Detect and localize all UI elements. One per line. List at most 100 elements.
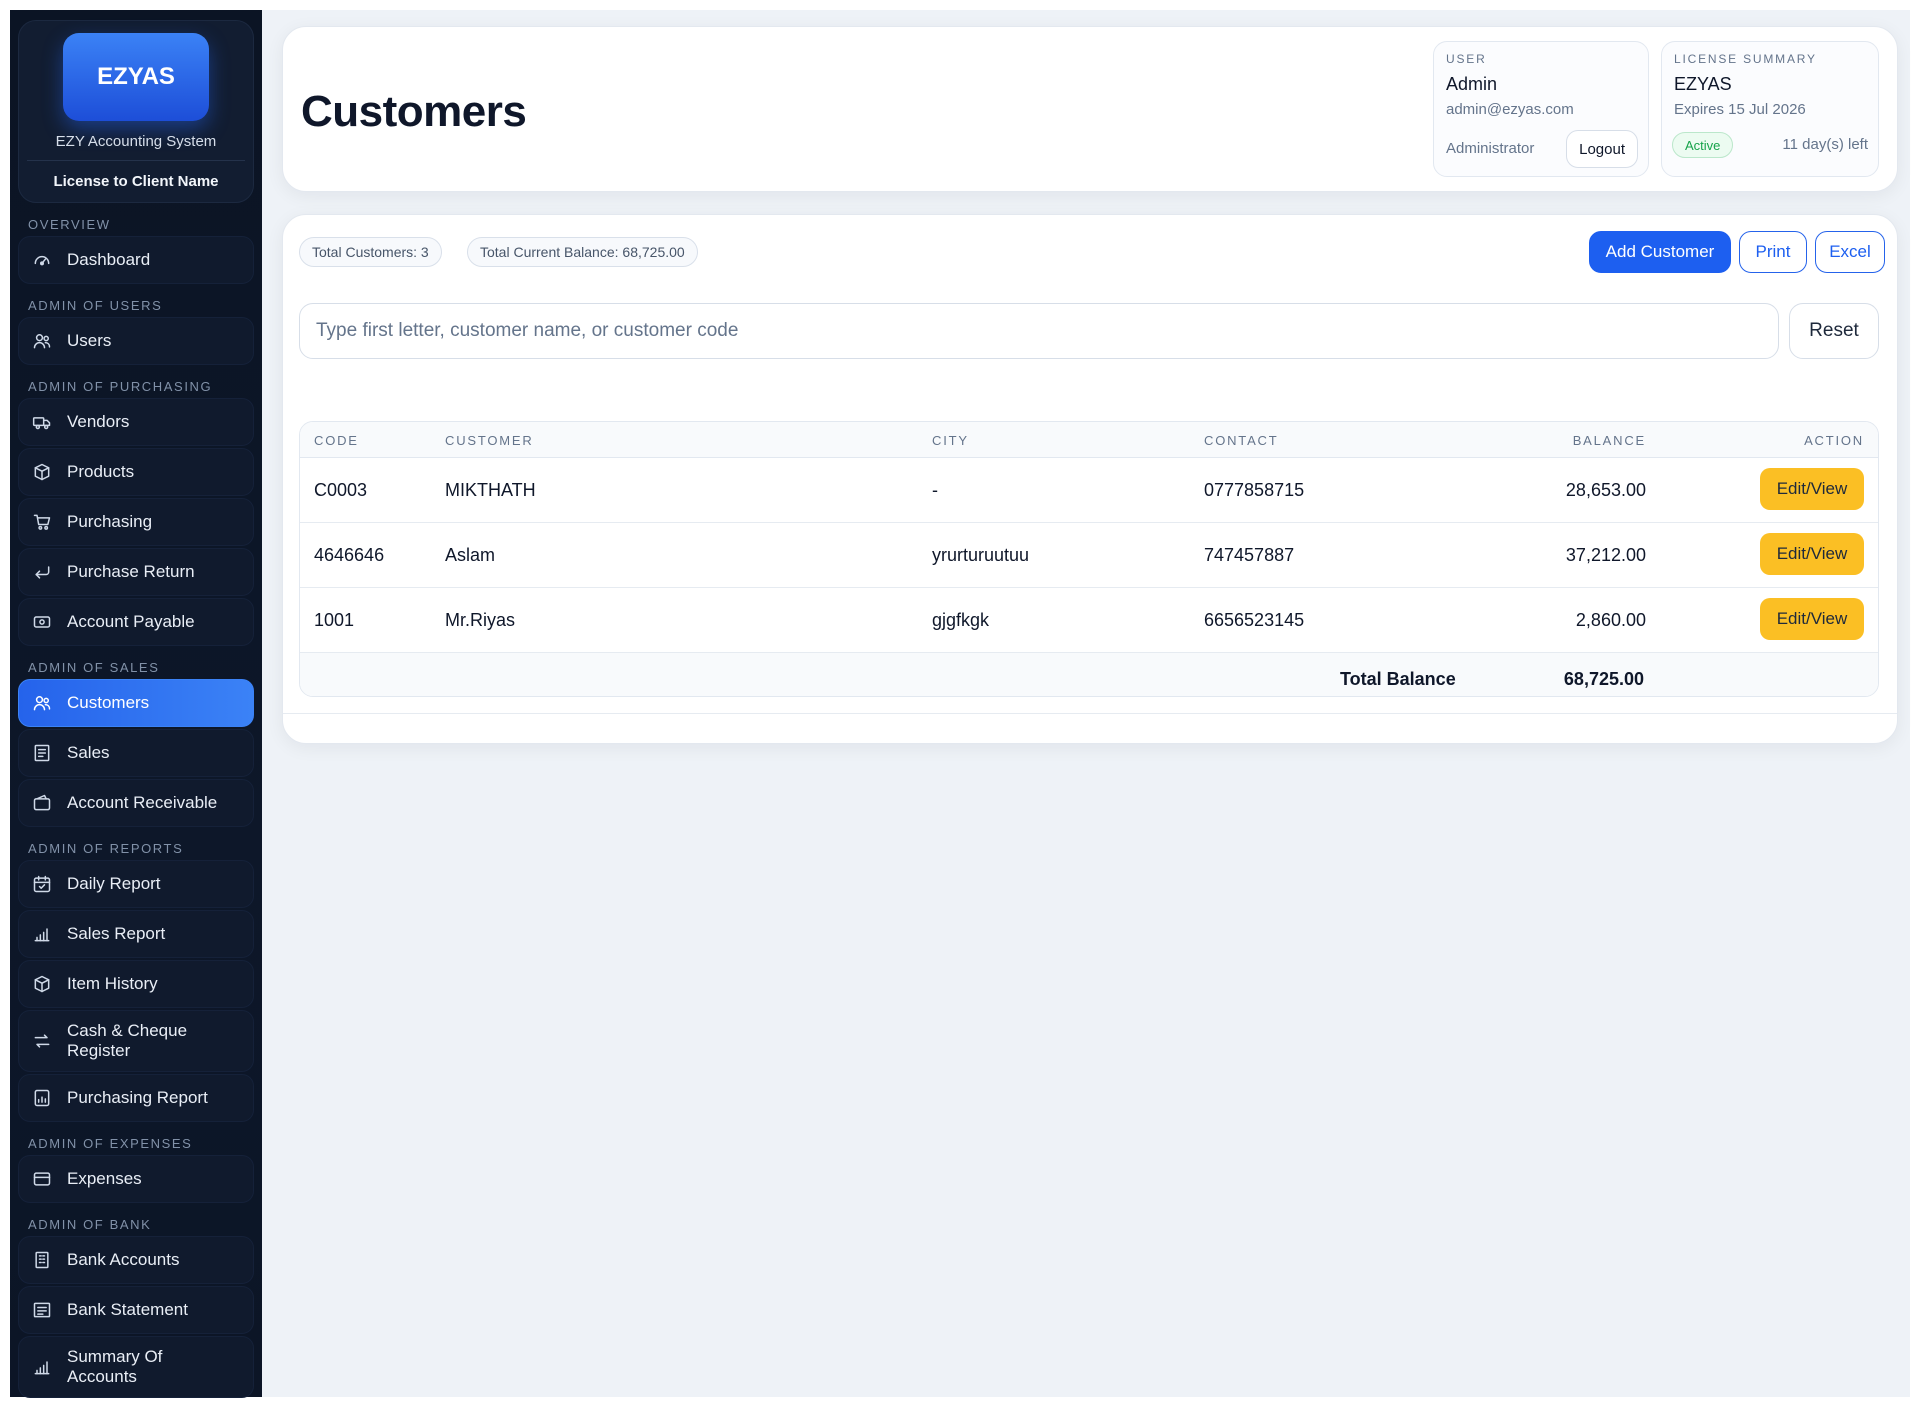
sidebar-item-sales[interactable]: Sales bbox=[18, 729, 254, 777]
section-purchasing: ADMIN OF PURCHASING bbox=[28, 379, 213, 394]
sidebar-item-label-line2: Register bbox=[67, 1041, 131, 1060]
cell-balance: 2,860.00 bbox=[1575, 610, 1646, 630]
box-icon bbox=[31, 973, 53, 995]
cell-contact: 0777858715 bbox=[1204, 480, 1305, 500]
main-content: Customers USER Admin admin@ezyas.com Adm… bbox=[282, 26, 1898, 744]
customer-search-input[interactable] bbox=[299, 303, 1779, 359]
sidebar-item-label: Daily Report bbox=[67, 874, 161, 893]
print-button[interactable]: Print bbox=[1739, 231, 1807, 273]
cell-balance: 28,653.00 bbox=[1565, 480, 1646, 500]
sidebar-item-label-line1: Cash & Cheque bbox=[67, 1021, 188, 1040]
customers-panel: Total Customers: 3 Total Current Balance… bbox=[282, 214, 1898, 744]
sidebar-item-dashboard[interactable]: Dashboard bbox=[18, 236, 254, 284]
sidebar-item-purchase-return[interactable]: Purchase Return bbox=[18, 548, 254, 596]
total-customers-chip: Total Customers: 3 bbox=[299, 237, 442, 267]
app-subtitle: EZY Accounting System bbox=[55, 133, 217, 150]
sidebar-item-label: Purchasing Report bbox=[67, 1088, 208, 1107]
cash-icon bbox=[31, 611, 53, 633]
cell-customer: MIKTHATH bbox=[445, 480, 536, 500]
cell-city: gjgfkgk bbox=[932, 610, 990, 630]
cart-icon bbox=[31, 511, 53, 533]
cell-code: 4646646 bbox=[314, 545, 385, 565]
sidebar-item-customers[interactable]: Customers bbox=[18, 679, 254, 727]
sidebar-item-vendors[interactable]: Vendors bbox=[18, 398, 254, 446]
add-customer-button[interactable]: Add Customer bbox=[1589, 231, 1731, 273]
panel-divider bbox=[283, 713, 1897, 714]
section-sales: ADMIN OF SALES bbox=[28, 660, 160, 675]
edit-view-button[interactable]: Edit/View bbox=[1760, 533, 1864, 575]
table-header: CODE CUSTOMER CITY CONTACT BALANCE ACTIO… bbox=[300, 422, 1878, 458]
sidebar-item-label: Products bbox=[67, 462, 135, 481]
sidebar-item-label: Summary Of Accounts bbox=[67, 1347, 162, 1387]
user-card-label: USER bbox=[1446, 52, 1487, 66]
sidebar-item-expenses[interactable]: Expenses bbox=[18, 1155, 254, 1203]
section-expenses: ADMIN OF EXPENSES bbox=[28, 1136, 193, 1151]
reset-button[interactable]: Reset bbox=[1789, 303, 1879, 359]
cell-code: 1001 bbox=[314, 610, 355, 630]
cell-customer: Aslam bbox=[445, 545, 496, 565]
wallet-icon bbox=[31, 792, 53, 814]
column-header-city: CITY bbox=[932, 433, 969, 448]
sidebar-item-label-line2: Accounts bbox=[67, 1367, 137, 1386]
receipt-icon bbox=[31, 742, 53, 764]
edit-view-button[interactable]: Edit/View bbox=[1760, 598, 1864, 640]
sidebar-item-label: Account Payable bbox=[67, 612, 195, 631]
excel-button[interactable]: Excel bbox=[1815, 231, 1885, 273]
building-icon bbox=[31, 1249, 53, 1271]
sidebar-item-bank-accounts[interactable]: Bank Accounts bbox=[18, 1236, 254, 1284]
license-label: License to Client Name bbox=[53, 173, 219, 190]
section-bank: ADMIN OF BANK bbox=[28, 1217, 152, 1232]
column-header-customer: CUSTOMER bbox=[445, 433, 534, 448]
sidebar-item-sales-report[interactable]: Sales Report bbox=[18, 910, 254, 958]
sidebar-item-label: Customers bbox=[67, 693, 150, 712]
sidebar-item-label: Account Receivable bbox=[67, 793, 218, 812]
users-icon bbox=[31, 330, 53, 352]
sidebar-item-account-payable[interactable]: Account Payable bbox=[18, 598, 254, 646]
box-icon bbox=[31, 461, 53, 483]
sidebar-item-products[interactable]: Products bbox=[18, 448, 254, 496]
column-header-balance: BALANCE bbox=[1572, 433, 1646, 448]
sidebar-item-label: Bank Statement bbox=[67, 1300, 188, 1319]
total-balance-value: 68,725.00 bbox=[1563, 669, 1644, 689]
bar-chart-icon bbox=[31, 1356, 53, 1378]
cell-contact: 6656523145 bbox=[1204, 610, 1305, 630]
sidebar-item-purchasing[interactable]: Purchasing bbox=[18, 498, 254, 546]
column-header-code: CODE bbox=[314, 433, 359, 448]
section-overview: OVERVIEW bbox=[28, 217, 111, 232]
cell-city: yrurturuutuu bbox=[932, 545, 1030, 565]
license-status-badge: Active bbox=[1672, 132, 1734, 158]
truck-icon bbox=[31, 411, 53, 433]
table-row: C0003 MIKTHATH - 0777858715 28,653.00 Ed… bbox=[300, 458, 1878, 523]
sidebar-item-label: Vendors bbox=[67, 412, 130, 431]
column-header-action: ACTION bbox=[1804, 433, 1864, 448]
user-role: Administrator bbox=[1446, 140, 1535, 157]
sidebar-item-account-receivable[interactable]: Account Receivable bbox=[18, 779, 254, 827]
sidebar-item-daily-report[interactable]: Daily Report bbox=[18, 860, 254, 908]
page-title: Customers bbox=[301, 87, 527, 136]
edit-view-button[interactable]: Edit/View bbox=[1760, 468, 1864, 510]
brand-card: EZYAS EZY Accounting System License to C… bbox=[18, 20, 254, 203]
cell-contact: 747457887 bbox=[1204, 545, 1295, 565]
sidebar-item-label: Cash & Cheque Register bbox=[67, 1021, 187, 1061]
sidebar-item-label: Expenses bbox=[67, 1169, 142, 1188]
table-row: 4646646 Aslam yrurturuutuu 747457887 37,… bbox=[300, 523, 1878, 588]
sidebar-item-bank-statement[interactable]: Bank Statement bbox=[18, 1286, 254, 1334]
license-days-left: 11 day(s) left bbox=[1782, 136, 1868, 153]
sidebar-item-users[interactable]: Users bbox=[18, 317, 254, 365]
table-footer: Total Balance 68,725.00 bbox=[300, 653, 1878, 696]
cell-code: C0003 bbox=[314, 480, 368, 500]
brand-divider bbox=[27, 160, 245, 161]
sidebar-item-cash-cheque-register[interactable]: Cash & Cheque Register bbox=[18, 1010, 254, 1072]
app-logo: EZYAS bbox=[63, 33, 209, 121]
sidebar-item-summary-of-accounts[interactable]: Summary Of Accounts bbox=[18, 1336, 254, 1398]
sidebar-item-item-history[interactable]: Item History bbox=[18, 960, 254, 1008]
sidebar-item-label: Item History bbox=[67, 974, 158, 993]
sidebar-item-purchasing-report[interactable]: Purchasing Report bbox=[18, 1074, 254, 1122]
page-header: Customers USER Admin admin@ezyas.com Adm… bbox=[282, 26, 1898, 192]
swap-arrows-icon bbox=[31, 1030, 53, 1052]
users-icon bbox=[31, 692, 53, 714]
logout-button[interactable]: Logout bbox=[1566, 130, 1638, 168]
app-frame: EZYAS EZY Accounting System License to C… bbox=[10, 10, 1910, 1398]
section-users: ADMIN OF USERS bbox=[28, 298, 163, 313]
sidebar-item-label: Sales bbox=[67, 743, 110, 762]
